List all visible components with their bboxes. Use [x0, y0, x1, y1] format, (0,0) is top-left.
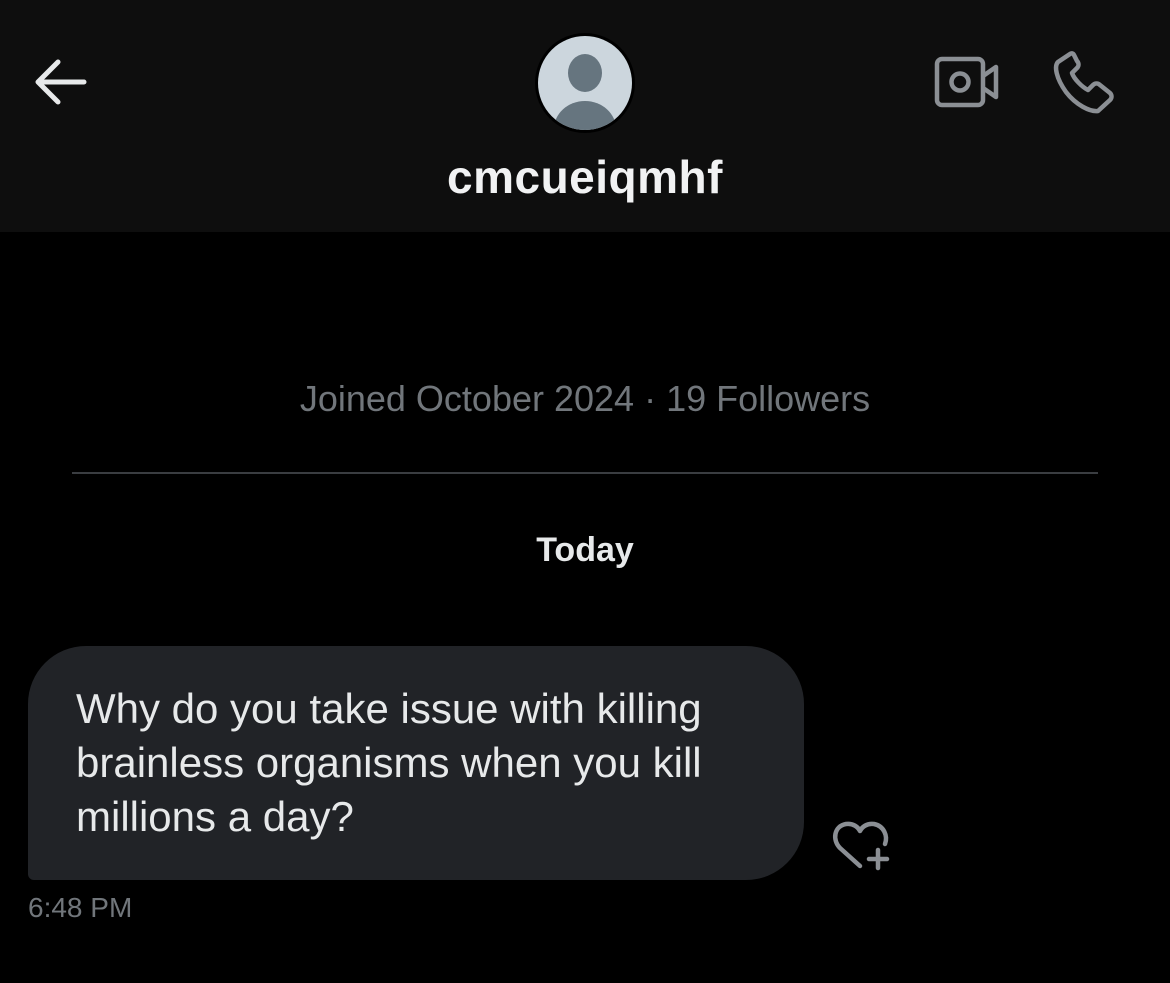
video-camera-icon [934, 56, 999, 108]
divider [72, 472, 1098, 474]
back-button[interactable] [28, 50, 92, 114]
avatar[interactable] [535, 33, 635, 133]
default-user-avatar-icon [538, 36, 632, 130]
add-reaction-button[interactable] [830, 816, 900, 876]
video-call-button[interactable] [930, 50, 1002, 114]
conversation-username[interactable]: cmcueiqmhf [0, 150, 1170, 204]
conversation-header: cmcueiqmhf [0, 0, 1170, 232]
arrow-left-icon [35, 59, 87, 105]
dm-conversation-screen: cmcueiqmhf Joined October 2024 · 19 Foll… [0, 0, 1170, 983]
received-message-bubble[interactable]: Why do you take issue with killing brain… [28, 646, 804, 880]
message-text: Why do you take issue with killing brain… [76, 685, 702, 840]
phone-icon [1053, 51, 1114, 114]
message-timestamp: 6:48 PM [28, 892, 133, 923]
voice-call-button[interactable] [1050, 48, 1120, 116]
profile-join-and-followers: Joined October 2024 · 19 Followers [299, 378, 871, 419]
date-separator: Today [536, 531, 634, 569]
heart-plus-icon [832, 821, 890, 871]
